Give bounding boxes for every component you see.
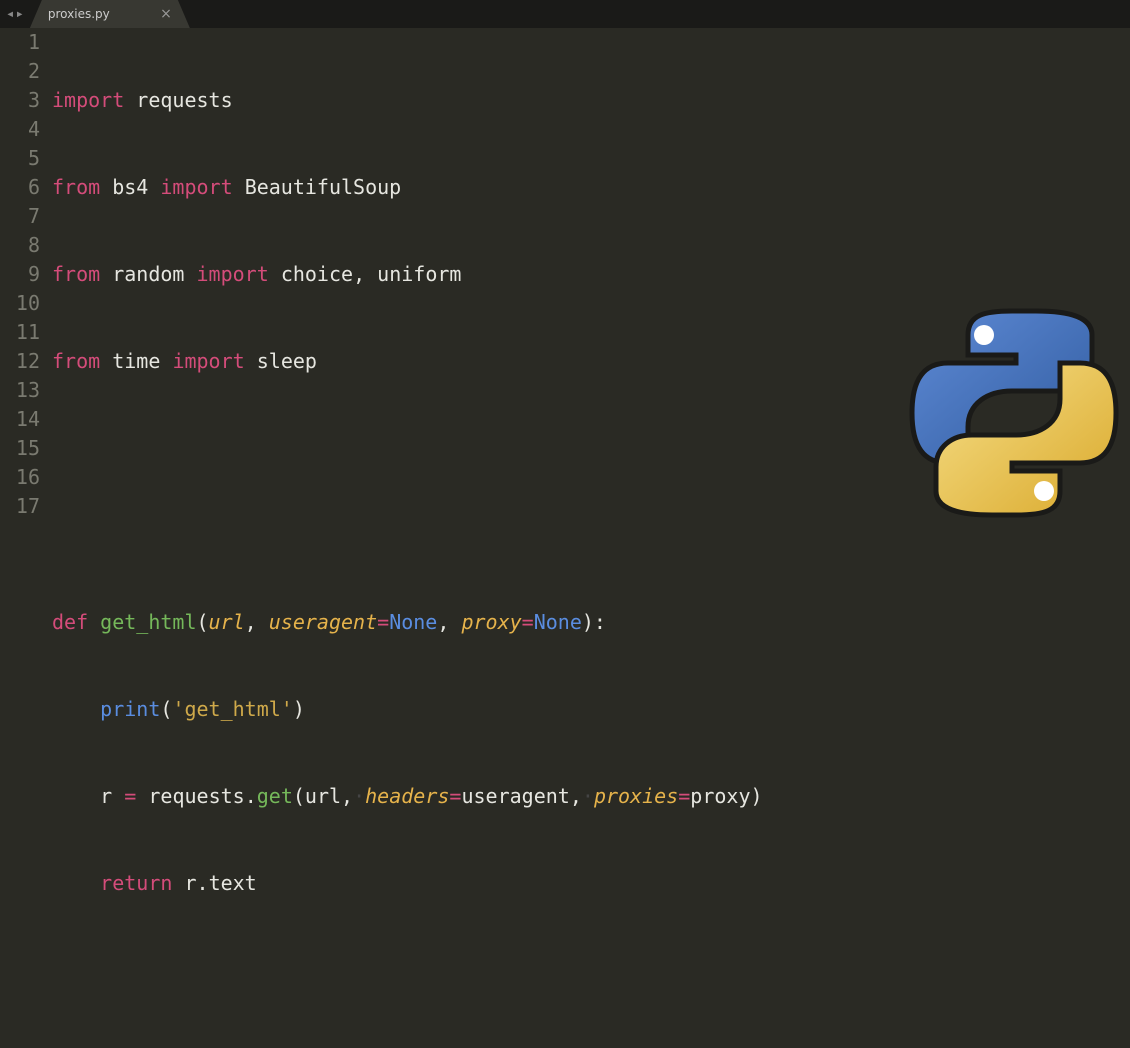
tab-nav-arrows: ◂ ▸	[0, 6, 30, 22]
line-number: 1	[0, 28, 40, 57]
tab-next-icon[interactable]: ▸	[15, 6, 23, 22]
code-line	[52, 1043, 1130, 1048]
line-number: 6	[0, 173, 40, 202]
python-logo-icon	[904, 298, 1124, 528]
line-number: 12	[0, 347, 40, 376]
line-number: 10	[0, 289, 40, 318]
line-number: 11	[0, 318, 40, 347]
tab-filename: proxies.py	[48, 7, 110, 21]
file-tab[interactable]: proxies.py ×	[30, 0, 190, 28]
code-line: from bs4 import BeautifulSoup	[52, 173, 1130, 202]
code-line: return r.text	[52, 869, 1130, 898]
code-line: from random import choice, uniform	[52, 260, 1130, 289]
code-line: def get_html(url, useragent=None, proxy=…	[52, 608, 1130, 637]
tab-prev-icon[interactable]: ◂	[6, 6, 14, 22]
line-number: 13	[0, 376, 40, 405]
line-number: 14	[0, 405, 40, 434]
line-number: 15	[0, 434, 40, 463]
tab-bar: ◂ ▸ proxies.py ×	[0, 0, 1130, 28]
line-number-gutter: 1 2 3 4 5 6 7 8 9 10 11 12 13 14 15 16 1…	[0, 28, 52, 524]
line-number: 8	[0, 231, 40, 260]
code-line: import requests	[52, 86, 1130, 115]
line-number: 9	[0, 260, 40, 289]
line-number: 16	[0, 463, 40, 492]
code-line	[52, 956, 1130, 985]
close-icon[interactable]: ×	[160, 6, 172, 22]
line-number: 4	[0, 115, 40, 144]
line-number: 5	[0, 144, 40, 173]
line-number: 3	[0, 86, 40, 115]
code-line: print('get_html')	[52, 695, 1130, 724]
line-number: 2	[0, 57, 40, 86]
line-number: 7	[0, 202, 40, 231]
code-line: r = requests.get(url,·headers=useragent,…	[52, 782, 1130, 811]
line-number: 17	[0, 492, 40, 521]
